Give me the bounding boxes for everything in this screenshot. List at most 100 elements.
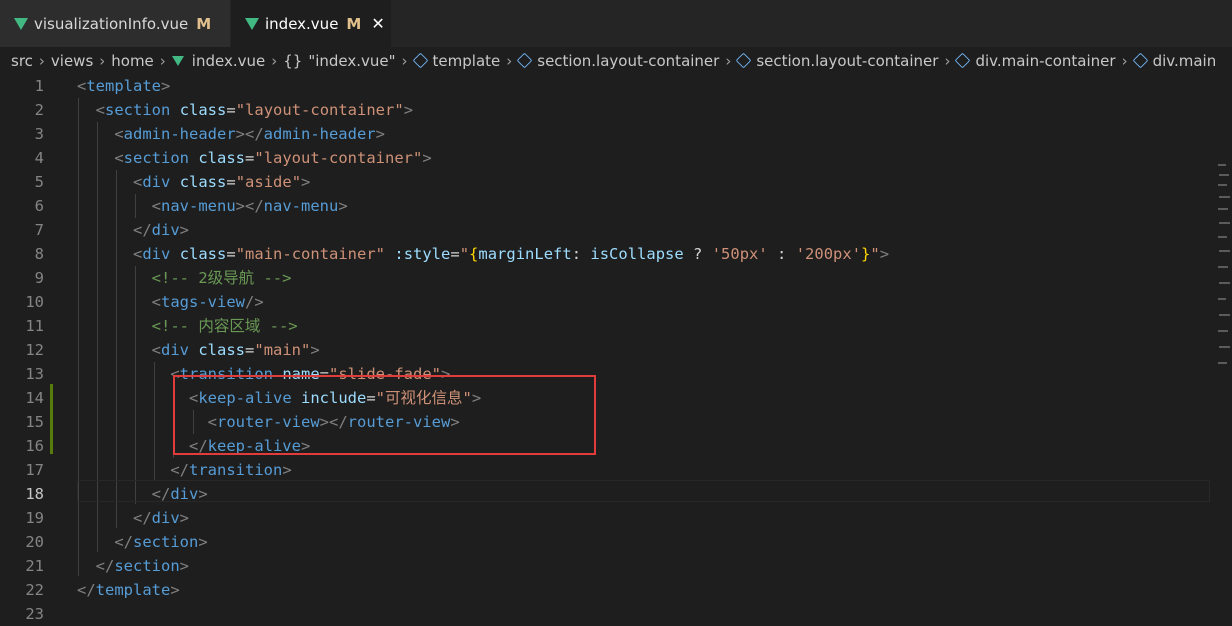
attr-value: "layout-container" xyxy=(254,149,423,167)
attr-value: "aside" xyxy=(235,173,302,191)
line-number: 16 xyxy=(25,437,44,455)
code-line: 1 <template> xyxy=(0,74,1232,98)
line-number: 18 xyxy=(25,485,44,503)
attr-name: class xyxy=(179,245,227,263)
code-line: 4 <section class="layout-container"> xyxy=(0,146,1232,170)
chevron-right-icon: › xyxy=(1121,51,1128,70)
chevron-right-icon: › xyxy=(38,51,45,70)
line-number: 2 xyxy=(34,101,44,119)
tag-name: section xyxy=(133,533,199,551)
annotation-highlight-box xyxy=(173,375,596,455)
code-line: 7 </div> xyxy=(0,218,1232,242)
attr-name: class xyxy=(198,341,246,359)
line-number: 11 xyxy=(25,317,44,335)
js-key: marginLeft xyxy=(478,245,572,263)
line-number: 13 xyxy=(25,365,44,383)
chevron-right-icon: › xyxy=(159,51,166,70)
tab-visualizationinfo[interactable]: visualizationInfo.vue M xyxy=(0,0,230,47)
tag-name: transition xyxy=(189,461,283,479)
tag-name: div xyxy=(142,245,171,263)
breadcrumb-src[interactable]: src xyxy=(11,52,33,70)
breadcrumb-main-label: div.main xyxy=(1152,51,1217,70)
tag-name: section xyxy=(114,557,180,575)
line-number: 5 xyxy=(34,173,44,191)
tag-name: div xyxy=(170,485,199,503)
modified-indicator: M xyxy=(196,14,212,33)
breadcrumb-root[interactable]: {} "index.vue" xyxy=(283,52,395,70)
brace: } xyxy=(861,245,871,263)
breadcrumb-section-label: section.layout-container xyxy=(756,51,939,70)
breadcrumb-section-2[interactable]: section.layout-container xyxy=(736,51,939,70)
code-line: 20 </section> xyxy=(0,530,1232,554)
line-number: 15 xyxy=(25,413,44,431)
breadcrumb-views[interactable]: views xyxy=(51,52,93,70)
comment: <!-- 2级导航 --> xyxy=(151,269,292,287)
tag-name: template xyxy=(95,581,171,599)
breadcrumb-file-label: index.vue xyxy=(191,51,266,70)
code-line: 3 <admin-header></admin-header> xyxy=(0,122,1232,146)
attr-name: class xyxy=(179,101,227,119)
code-line: 11 <!-- 内容区域 --> xyxy=(0,314,1232,338)
vue-file-icon xyxy=(171,55,184,66)
tag-bracket: < xyxy=(77,77,87,95)
code-line: 10 <tags-view/> xyxy=(0,290,1232,314)
chevron-right-icon: › xyxy=(506,51,513,70)
chevron-right-icon: › xyxy=(944,51,951,70)
attr-value: "main-container" xyxy=(235,245,386,263)
breadcrumb-file[interactable]: index.vue xyxy=(171,51,266,70)
tab-label: index.vue xyxy=(265,14,339,33)
breadcrumb-main-container[interactable]: div.main-container xyxy=(955,52,1116,70)
js-string: '200px' xyxy=(795,245,862,263)
tag-name: section xyxy=(105,101,171,119)
element-cube-icon xyxy=(516,52,533,69)
quote: " xyxy=(459,245,470,263)
tag-name: nav-menu xyxy=(161,197,236,215)
code-line: 12 <div class="main"> xyxy=(0,338,1232,362)
quote: " xyxy=(870,245,880,263)
line-number: 3 xyxy=(34,125,44,143)
code-editor[interactable]: 1 <template> 2 <section class="layout-con… xyxy=(0,74,1232,623)
line-number: 21 xyxy=(25,557,44,575)
close-icon[interactable]: ✕ xyxy=(371,14,384,33)
js-variable: isCollapse xyxy=(590,245,684,263)
code-line: 5 <div class="aside"> xyxy=(0,170,1232,194)
element-cube-icon xyxy=(1132,52,1148,69)
line-number: 20 xyxy=(25,533,44,551)
breadcrumb-main[interactable]: div.main xyxy=(1132,51,1217,70)
code-line: 2 <section class="layout-container"> xyxy=(0,98,1232,122)
element-cube-icon xyxy=(412,52,428,69)
chevron-right-icon: › xyxy=(401,51,408,70)
breadcrumb-template[interactable]: template xyxy=(412,51,501,70)
line-number: 7 xyxy=(34,221,44,239)
tag-name: tags-view xyxy=(161,293,245,311)
tab-index-vue[interactable]: index.vue M ✕ xyxy=(231,0,391,47)
chevron-right-icon: › xyxy=(271,51,278,70)
tag-name: div xyxy=(142,173,171,191)
tag-name: section xyxy=(123,149,189,167)
js-colon: : xyxy=(571,245,591,263)
js-string: '50px' xyxy=(711,245,768,263)
line-number: 4 xyxy=(34,149,44,167)
breadcrumb-template-label: template xyxy=(432,51,501,70)
modified-indicator: M xyxy=(346,14,362,33)
element-cube-icon xyxy=(736,52,752,69)
braces-icon: {} xyxy=(283,51,303,70)
breadcrumb-section-label: section.layout-container xyxy=(537,51,720,70)
tag-name: nav-menu xyxy=(263,197,339,215)
line-number: 17 xyxy=(25,461,44,479)
breadcrumb-root-label: "index.vue" xyxy=(308,51,396,70)
breadcrumb-section-1[interactable]: section.layout-container xyxy=(516,51,720,70)
tab-bar: visualizationInfo.vue M index.vue M ✕ xyxy=(0,0,1232,48)
vue-file-icon xyxy=(245,17,259,30)
code-line: 8 <div class="main-container" :style="{m… xyxy=(0,242,1232,266)
breadcrumb: src › views › home › index.vue › {} "index.vu… xyxy=(0,47,1232,74)
line-number: 14 xyxy=(25,389,44,407)
line-number: 1 xyxy=(34,77,44,95)
minimap[interactable] xyxy=(1218,148,1230,388)
chevron-right-icon: › xyxy=(99,51,106,70)
brace: { xyxy=(469,245,479,263)
breadcrumb-home[interactable]: home xyxy=(111,52,154,70)
line-number: 12 xyxy=(25,341,44,359)
tag-name: div xyxy=(161,341,189,359)
tag-name: admin-header xyxy=(123,125,236,143)
